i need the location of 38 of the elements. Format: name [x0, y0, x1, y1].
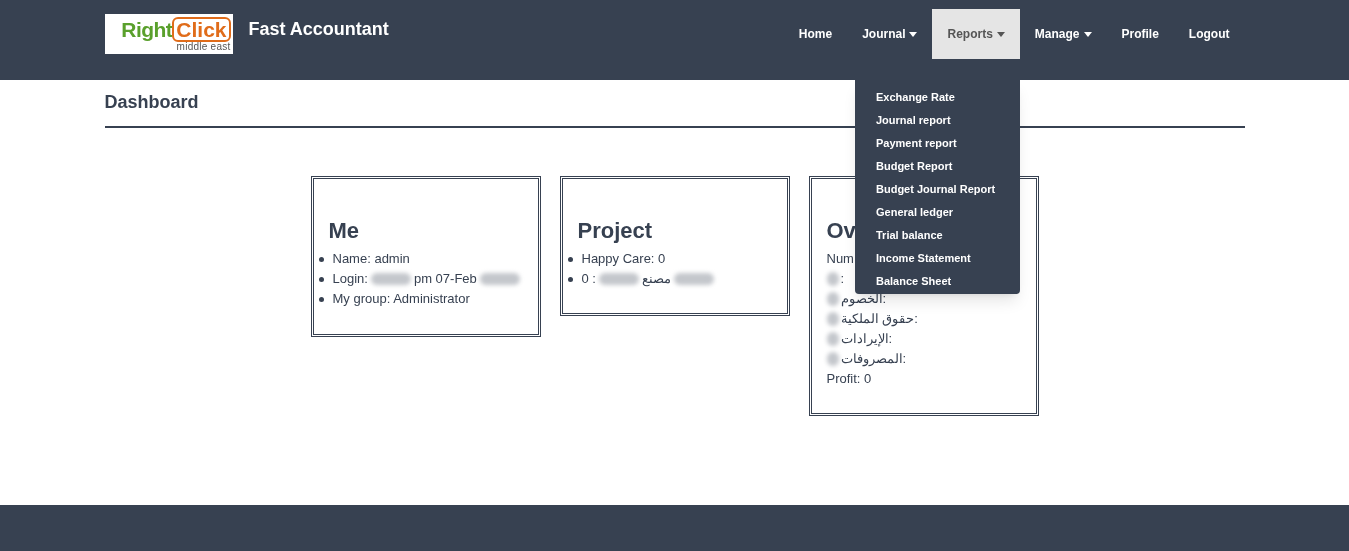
nav-link[interactable]: Logout [1173, 9, 1245, 59]
blurred-redaction [479, 273, 520, 285]
info-text: : [840, 270, 845, 289]
page-title: Dashboard [104, 91, 199, 114]
info-text: Num [826, 250, 854, 269]
nav-link[interactable]: Home [783, 9, 848, 59]
nav-link[interactable]: Manage [1019, 9, 1107, 59]
info-text: My group: Administrator [332, 290, 470, 309]
menu-item[interactable]: Balance Sheet [855, 270, 1020, 293]
info-text: Login: [332, 270, 368, 289]
nav-link[interactable]: Profile [1106, 9, 1174, 59]
info-text: حقوق الملكية: [840, 310, 918, 329]
menu-item[interactable]: Payment report [855, 132, 1020, 155]
menu-item[interactable]: General ledger [855, 201, 1020, 224]
logo-tagline: middle east [176, 41, 231, 52]
menu-item[interactable]: Exchange Rate [855, 86, 1020, 109]
info-text: الخصوم: [840, 290, 887, 309]
info-text: الإيرادات: [840, 330, 893, 349]
info-text: pm 07-Feb [413, 270, 477, 289]
blurred-redaction [673, 273, 714, 285]
card-title: Ov [825, 217, 856, 245]
info-text: 0 : [581, 270, 596, 289]
info-text: Profit: 0 [826, 370, 872, 389]
info-text: المصروفات: [840, 350, 907, 369]
card-title: Project [576, 217, 653, 245]
menu-item[interactable]: Journal report [855, 109, 1020, 132]
menu-item[interactable]: Trial balance [855, 224, 1020, 247]
nav-link[interactable]: Reports [932, 9, 1020, 59]
info-text: Name: admin [332, 250, 410, 269]
nav-link[interactable]: Journal [847, 9, 933, 59]
card-title: Me [327, 217, 360, 245]
menu-item[interactable]: Budget Journal Report [855, 178, 1020, 201]
menu-item[interactable]: Income Statement [855, 247, 1020, 270]
info-text: مصنع [641, 270, 671, 289]
info-text: Happy Care: 0 [581, 250, 666, 269]
app-title[interactable]: Fast Accountant [248, 15, 389, 43]
menu-item[interactable]: Budget Report [855, 155, 1020, 178]
logo-word: Click [172, 16, 231, 42]
